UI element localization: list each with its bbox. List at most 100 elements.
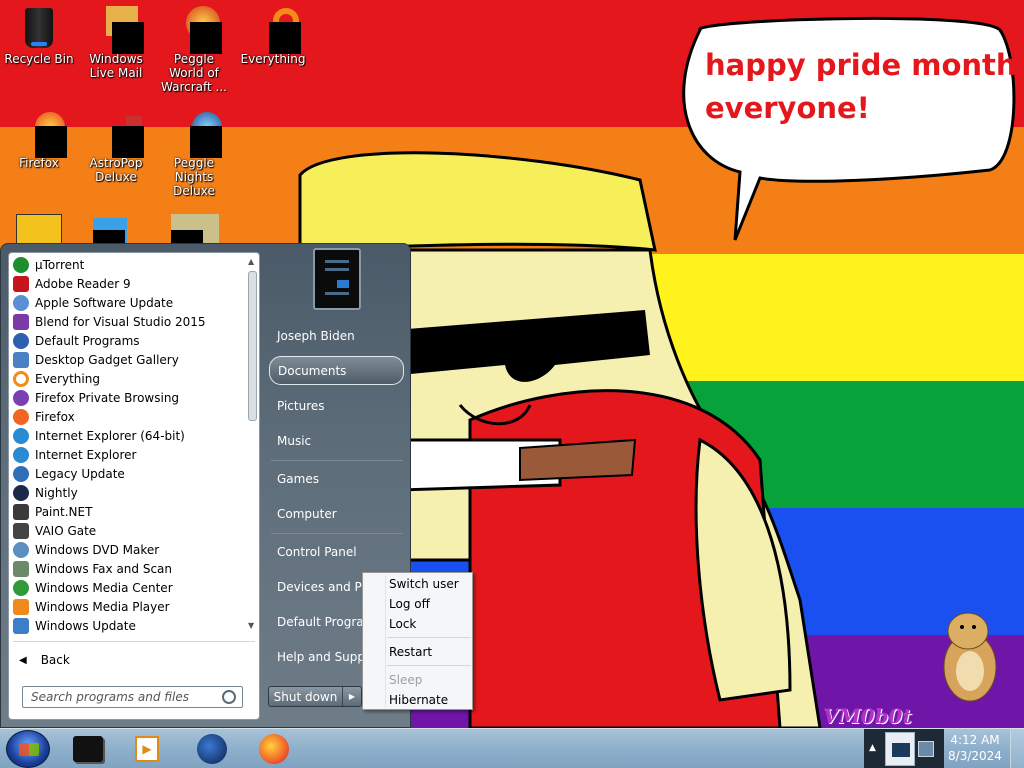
menu-computer[interactable]: Computer bbox=[269, 499, 404, 528]
ie-icon bbox=[13, 446, 29, 463]
firefox-icon bbox=[19, 112, 67, 158]
peggle-icon bbox=[174, 6, 222, 54]
desktop-icon-partial[interactable] bbox=[16, 214, 62, 244]
program-item[interactable]: Paint.NET bbox=[13, 502, 92, 521]
legacy-update-icon bbox=[13, 465, 29, 482]
desktop-icon-label: Everything bbox=[240, 52, 306, 66]
network-icon[interactable] bbox=[918, 741, 934, 757]
desktop-icon-windows-live-mail[interactable]: Windows Live Mail bbox=[77, 6, 155, 80]
show-hidden-icons-arrow-icon[interactable]: ▲ bbox=[869, 743, 876, 753]
desktop-icon-everything[interactable]: Everything bbox=[234, 8, 312, 66]
windows-update-icon bbox=[13, 617, 29, 634]
windows-logo-icon bbox=[19, 743, 39, 756]
media-center-icon bbox=[13, 579, 29, 596]
show-desktop-button[interactable] bbox=[1010, 729, 1024, 768]
adobe-reader-icon bbox=[13, 275, 29, 292]
taskbar-media-player-button[interactable]: ▶ bbox=[125, 731, 169, 767]
menu-item-lock[interactable]: Lock bbox=[389, 617, 416, 631]
menu-pictures[interactable]: Pictures bbox=[269, 391, 404, 420]
desktop-icon-label: Windows Live Mail bbox=[89, 52, 143, 80]
program-item[interactable]: Windows Update bbox=[13, 616, 136, 635]
taskbar: ▶ ▲ 4:12 AM 8/3/2024 bbox=[0, 728, 1024, 768]
program-item[interactable]: VAIO Gate bbox=[13, 521, 96, 540]
desktop-icon-recycle-bin[interactable]: Recycle Bin bbox=[0, 8, 78, 66]
peggle-nights-icon bbox=[174, 112, 222, 158]
program-item[interactable]: Windows DVD Maker bbox=[13, 540, 159, 559]
tray-app-button[interactable] bbox=[885, 732, 915, 766]
program-item[interactable]: Internet Explorer bbox=[13, 445, 136, 464]
shutdown-options-arrow-icon[interactable]: ▶ bbox=[343, 687, 361, 706]
scroll-thumb[interactable] bbox=[248, 271, 257, 421]
back-arrow-icon: ◀ bbox=[19, 654, 27, 666]
start-button[interactable] bbox=[6, 730, 50, 768]
shutdown-options-menu: Switch user Log off Lock Restart Sleep H… bbox=[362, 572, 473, 710]
paint-net-icon bbox=[13, 503, 29, 520]
watermark: VM0b0t bbox=[823, 704, 912, 728]
user-picture[interactable] bbox=[313, 248, 361, 310]
menu-user-name[interactable]: Joseph Biden bbox=[269, 321, 404, 350]
search-box[interactable]: Search programs and files bbox=[22, 686, 243, 708]
program-item[interactable]: Nightly bbox=[13, 483, 78, 502]
program-item[interactable]: Firefox bbox=[13, 407, 75, 426]
menu-documents[interactable]: Documents bbox=[269, 356, 404, 385]
desktop-icon-astropop[interactable]: AstroPop Deluxe bbox=[77, 112, 155, 184]
menu-item-switch-user[interactable]: Switch user bbox=[389, 577, 459, 591]
desktop-icon-peggle-wow[interactable]: Peggle World of Warcraft ... bbox=[155, 6, 233, 94]
nightly-icon bbox=[13, 484, 29, 501]
menu-item-log-off[interactable]: Log off bbox=[389, 597, 430, 611]
program-item[interactable]: Adobe Reader 9 bbox=[13, 274, 131, 293]
blend-icon bbox=[13, 313, 29, 330]
tray-app-icon bbox=[892, 743, 910, 757]
everything-icon bbox=[13, 370, 29, 387]
menu-item-restart[interactable]: Restart bbox=[389, 645, 432, 659]
clock[interactable]: 4:12 AM 8/3/2024 bbox=[944, 732, 1006, 766]
search-icon bbox=[253, 8, 301, 54]
program-item[interactable]: Windows Fax and Scan bbox=[13, 559, 172, 578]
menu-control-panel[interactable]: Control Panel bbox=[269, 537, 404, 566]
menu-games[interactable]: Games bbox=[269, 464, 404, 493]
vaio-gate-icon bbox=[13, 522, 29, 539]
speech-text: happy pride month everyone! bbox=[705, 44, 1017, 130]
programs-scrollbar[interactable]: ▲ ▼ bbox=[247, 257, 258, 635]
desktop-icon-peggle-nights[interactable]: Peggle Nights Deluxe bbox=[155, 112, 233, 198]
program-item[interactable]: Apple Software Update bbox=[13, 293, 173, 312]
desktop-icon-label: AstroPop Deluxe bbox=[89, 156, 143, 184]
program-item[interactable]: Windows Media Player bbox=[13, 597, 170, 616]
explorer-icon bbox=[73, 736, 103, 762]
desktop-icon-label: Firefox bbox=[19, 156, 59, 170]
scroll-down-arrow-icon[interactable]: ▼ bbox=[248, 621, 254, 630]
apple-update-icon bbox=[13, 294, 29, 311]
program-item[interactable]: µTorrent bbox=[13, 255, 84, 274]
shutdown-button[interactable]: Shut down ▶ bbox=[268, 686, 362, 707]
media-player-icon bbox=[13, 598, 29, 615]
start-menu: µTorrent Adobe Reader 9 Apple Software U… bbox=[0, 243, 411, 728]
desktop-icon-partial[interactable] bbox=[171, 214, 219, 244]
program-item[interactable]: Default Programs bbox=[13, 331, 140, 350]
back-button[interactable]: ◀ Back bbox=[13, 649, 253, 671]
taskbar-explorer-button[interactable] bbox=[66, 731, 110, 767]
program-item[interactable]: Internet Explorer (64-bit) bbox=[13, 426, 185, 445]
menu-item-hibernate[interactable]: Hibernate bbox=[389, 693, 448, 707]
menu-music[interactable]: Music bbox=[269, 426, 404, 455]
program-item[interactable]: Firefox Private Browsing bbox=[13, 388, 179, 407]
desktop-icon-firefox[interactable]: Firefox bbox=[0, 112, 78, 170]
shutdown-label[interactable]: Shut down bbox=[269, 687, 343, 706]
desktop-icon-partial[interactable] bbox=[93, 218, 127, 244]
taskbar-firefox-button[interactable] bbox=[252, 731, 296, 767]
program-item[interactable]: Windows Media Center bbox=[13, 578, 173, 597]
search-input[interactable]: Search programs and files bbox=[31, 690, 222, 704]
menu-item-sleep: Sleep bbox=[389, 673, 423, 687]
all-programs-list: µTorrent Adobe Reader 9 Apple Software U… bbox=[8, 252, 260, 720]
speech-line-2: everyone! bbox=[705, 91, 870, 125]
program-item[interactable]: Legacy Update bbox=[13, 464, 125, 483]
program-item[interactable]: Everything bbox=[13, 369, 100, 388]
clock-date: 8/3/2024 bbox=[948, 749, 1002, 763]
program-item[interactable]: Blend for Visual Studio 2015 bbox=[13, 312, 206, 331]
ie-icon bbox=[13, 427, 29, 444]
speech-line-1: happy pride month bbox=[705, 48, 1017, 82]
taskbar-ie-button[interactable] bbox=[190, 731, 234, 767]
program-item[interactable]: Desktop Gadget Gallery bbox=[13, 350, 179, 369]
desktop-icon-label: Peggle World of Warcraft ... bbox=[161, 52, 227, 94]
scroll-up-arrow-icon[interactable]: ▲ bbox=[248, 257, 254, 266]
search-icon bbox=[222, 690, 236, 704]
